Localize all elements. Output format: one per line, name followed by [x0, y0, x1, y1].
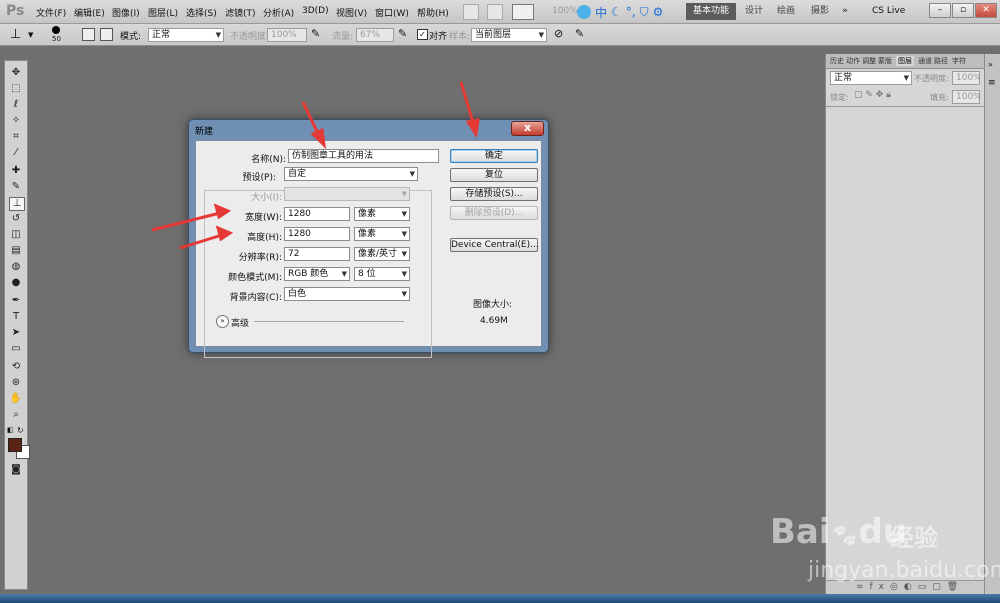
baidu-watermark-brand: 经验 [890, 524, 938, 552]
arrow-to-width-head [213, 203, 232, 220]
paw-icon: 🐾︎ [830, 524, 859, 549]
arrow-to-height [179, 233, 223, 250]
baidu-watermark-url: jingyan.baidu.com [808, 558, 1000, 583]
baidu-watermark-logo: Bai🐾︎du [770, 512, 907, 552]
arrow-to-ok [459, 81, 476, 127]
arrow-to-name-head [310, 127, 327, 150]
arrow-to-height-head [215, 225, 234, 242]
arrow-to-ok-head [465, 118, 480, 139]
arrow-to-width [151, 211, 221, 232]
watermark-logo-text: Bai [770, 512, 831, 552]
